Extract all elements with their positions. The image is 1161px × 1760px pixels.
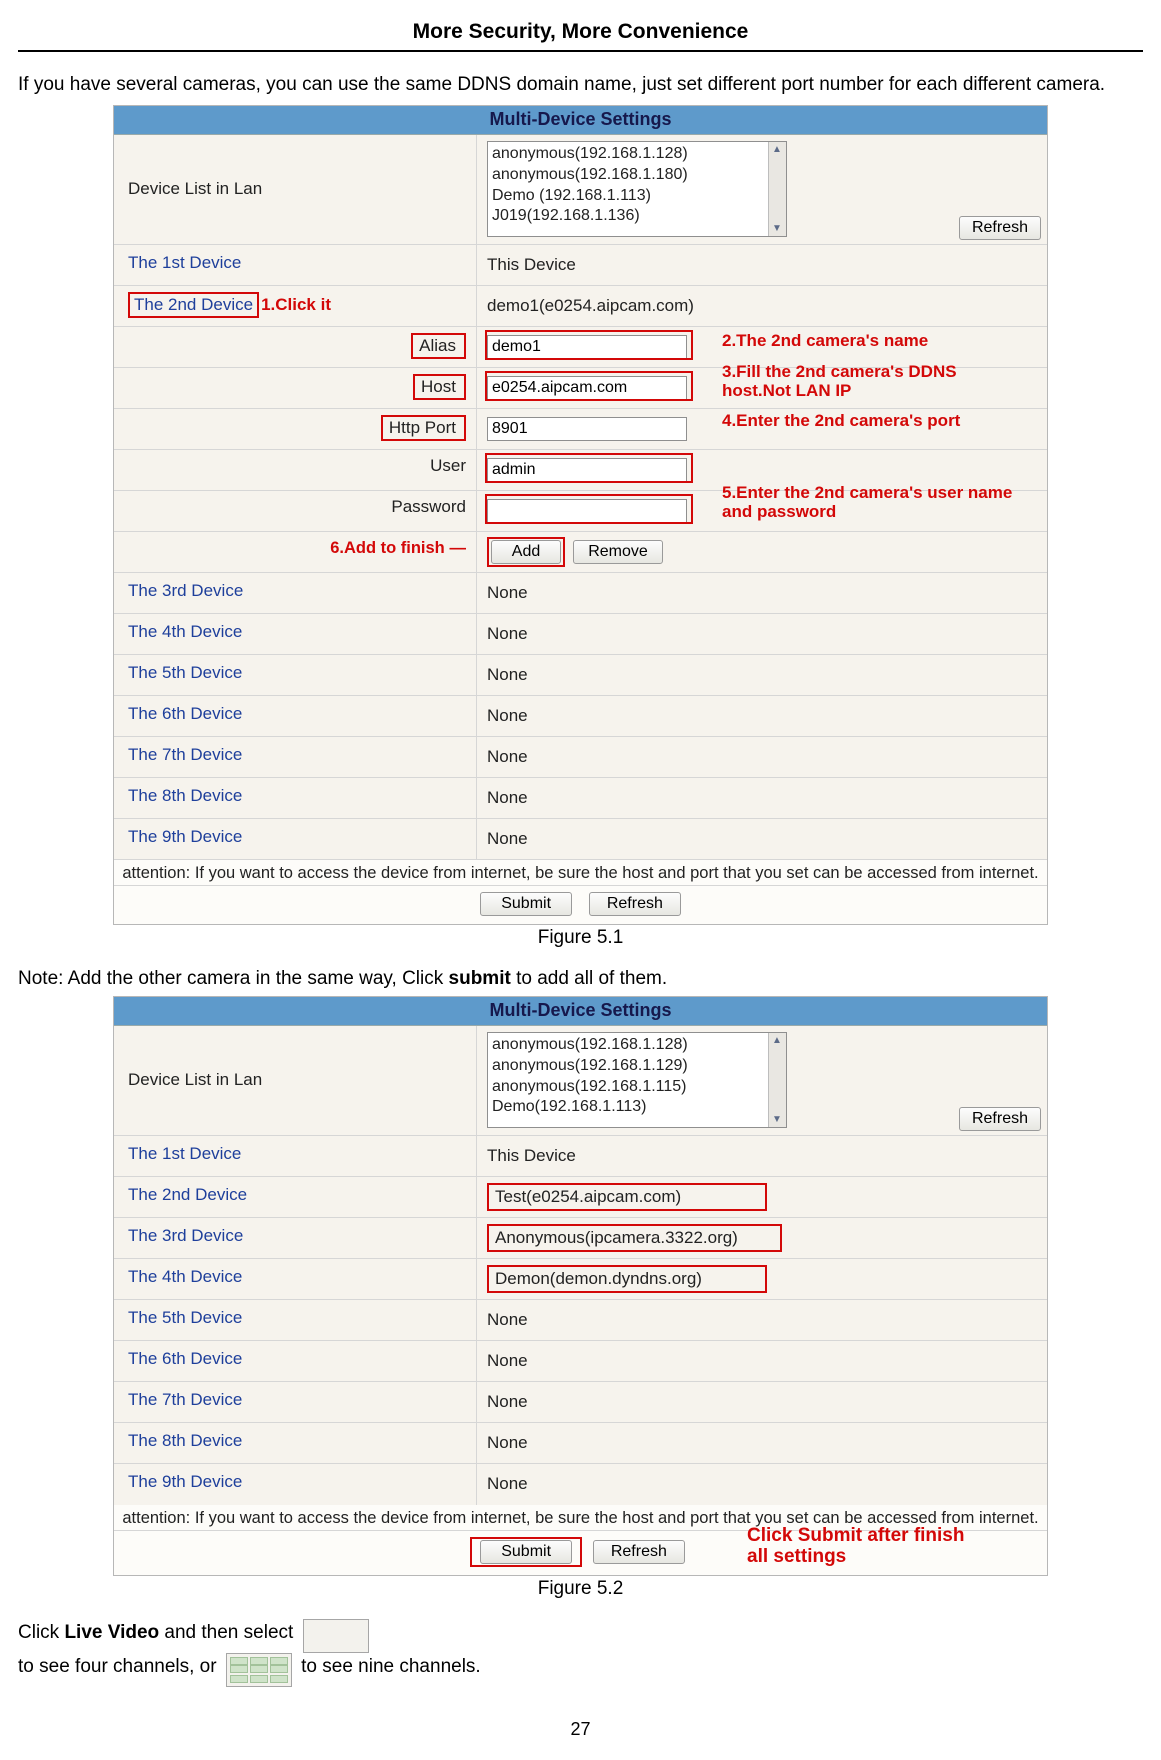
device-4-label[interactable]: The 4th Device <box>114 1259 476 1299</box>
remove-button[interactable]: Remove <box>573 540 663 564</box>
device-7-label[interactable]: The 7th Device <box>114 1382 476 1422</box>
note-text: Note: Add the other camera in the same w… <box>18 968 1143 990</box>
nine-channel-icon[interactable] <box>226 1653 292 1687</box>
submit-button[interactable]: Submit <box>480 892 572 916</box>
device-4-label[interactable]: The 4th Device <box>114 614 476 654</box>
device-list[interactable]: anonymous(192.168.1.128) anonymous(192.1… <box>487 141 787 237</box>
device-6-value: None <box>476 696 1047 736</box>
password-input[interactable] <box>487 499 687 523</box>
device-list-label: Device List in Lan <box>114 1026 476 1135</box>
device-1-value: This Device <box>476 245 1047 285</box>
annotation-3: 3.Fill the 2nd camera's DDNS host.Not LA… <box>722 362 1022 401</box>
panel-title: Multi-Device Settings <box>114 106 1047 135</box>
scrollbar[interactable] <box>768 142 786 236</box>
panel-title: Multi-Device Settings <box>114 997 1047 1026</box>
device-2-value: Test(e0254.aipcam.com) <box>476 1177 1047 1217</box>
page-number: 27 <box>18 1719 1143 1740</box>
device-9-value: None <box>476 1464 1047 1505</box>
device-9-value: None <box>476 819 1047 859</box>
port-label: Http Port <box>381 415 466 441</box>
device-8-label[interactable]: The 8th Device <box>114 778 476 818</box>
list-item[interactable]: Demo(192.168.1.113) <box>492 1097 786 1118</box>
annotation-submit: Click Submit after finish all settings <box>747 1525 987 1569</box>
device-2-value: demo1(e0254.aipcam.com) <box>476 286 1047 326</box>
scrollbar[interactable] <box>768 1033 786 1127</box>
device-2-label[interactable]: The 2nd Device <box>114 1177 476 1217</box>
annotation-5: 5.Enter the 2nd camera's user name and p… <box>722 483 1042 522</box>
device-7-value: None <box>476 737 1047 777</box>
list-item[interactable]: anonymous(192.168.1.180) <box>492 165 786 186</box>
four-channel-icon[interactable] <box>303 1619 369 1653</box>
device-7-label[interactable]: The 7th Device <box>114 737 476 777</box>
port-input[interactable] <box>487 417 687 441</box>
list-item[interactable]: Demo (192.168.1.113) <box>492 186 786 207</box>
list-item[interactable]: J019(192.168.1.136) <box>492 206 786 227</box>
device-8-label[interactable]: The 8th Device <box>114 1423 476 1463</box>
device-1-value: This Device <box>476 1136 1047 1176</box>
alias-label: Alias <box>411 333 466 359</box>
device-8-value: None <box>476 778 1047 818</box>
list-item[interactable]: anonymous(192.168.1.128) <box>492 1035 786 1056</box>
list-item[interactable]: anonymous(192.168.1.128) <box>492 144 786 165</box>
device-6-value: None <box>476 1341 1047 1381</box>
user-input[interactable] <box>487 458 687 482</box>
refresh-button[interactable]: Refresh <box>959 1107 1041 1131</box>
annotation-1: 1.Click it <box>261 295 331 314</box>
list-item[interactable]: anonymous(192.168.1.115) <box>492 1077 786 1098</box>
device-6-label[interactable]: The 6th Device <box>114 1341 476 1381</box>
host-label: Host <box>413 374 466 400</box>
device-5-value: None <box>476 1300 1047 1340</box>
device-list-label: Device List in Lan <box>114 135 476 244</box>
device-5-label[interactable]: The 5th Device <box>114 655 476 695</box>
intro-text: If you have several cameras, you can use… <box>18 71 1143 99</box>
list-item[interactable]: anonymous(192.168.1.129) <box>492 1056 786 1077</box>
device-9-label[interactable]: The 9th Device <box>114 1464 476 1505</box>
refresh-button-2[interactable]: Refresh <box>593 1540 685 1564</box>
submit-button[interactable]: Submit <box>480 1540 572 1564</box>
device-3-value: Anonymous(ipcamera.3322.org) <box>476 1218 1047 1258</box>
figure-caption-2: Figure 5.2 <box>18 1578 1143 1600</box>
device-9-label[interactable]: The 9th Device <box>114 819 476 859</box>
alias-input[interactable] <box>487 335 687 359</box>
refresh-button-2[interactable]: Refresh <box>589 892 681 916</box>
add-button[interactable]: Add <box>491 540 561 564</box>
password-label: Password <box>114 491 476 531</box>
device-5-value: None <box>476 655 1047 695</box>
device-8-value: None <box>476 1423 1047 1463</box>
device-list[interactable]: anonymous(192.168.1.128) anonymous(192.1… <box>487 1032 787 1128</box>
annotation-4: 4.Enter the 2nd camera's port <box>722 411 982 431</box>
page-header: More Security, More Convenience <box>18 20 1143 52</box>
figure-caption-1: Figure 5.1 <box>18 927 1143 949</box>
annotation-2: 2.The 2nd camera's name <box>722 331 928 351</box>
device-2-label[interactable]: The 2nd Device1.Click it <box>114 286 476 326</box>
device-6-label[interactable]: The 6th Device <box>114 696 476 736</box>
device-3-label[interactable]: The 3rd Device <box>114 1218 476 1258</box>
final-text: Click Live Video and then select <box>18 1619 1143 1647</box>
device-1-label: The 1st Device <box>114 1136 476 1176</box>
multi-device-panel-2: Multi-Device Settings Device List in Lan… <box>113 996 1048 1576</box>
device-7-value: None <box>476 1382 1047 1422</box>
device-5-label[interactable]: The 5th Device <box>114 1300 476 1340</box>
annotation-6: 6.Add to finish <box>330 539 445 557</box>
multi-device-panel-1: Multi-Device Settings Device List in Lan… <box>113 105 1048 925</box>
device-1-label: The 1st Device <box>114 245 476 285</box>
device-4-value: None <box>476 614 1047 654</box>
host-input[interactable] <box>487 376 687 400</box>
device-3-value: None <box>476 573 1047 613</box>
attention-text: attention: If you want to access the dev… <box>114 860 1047 886</box>
device-4-value: Demon(demon.dyndns.org) <box>476 1259 1047 1299</box>
device-3-label[interactable]: The 3rd Device <box>114 573 476 613</box>
refresh-button[interactable]: Refresh <box>959 216 1041 240</box>
user-label: User <box>114 450 476 490</box>
